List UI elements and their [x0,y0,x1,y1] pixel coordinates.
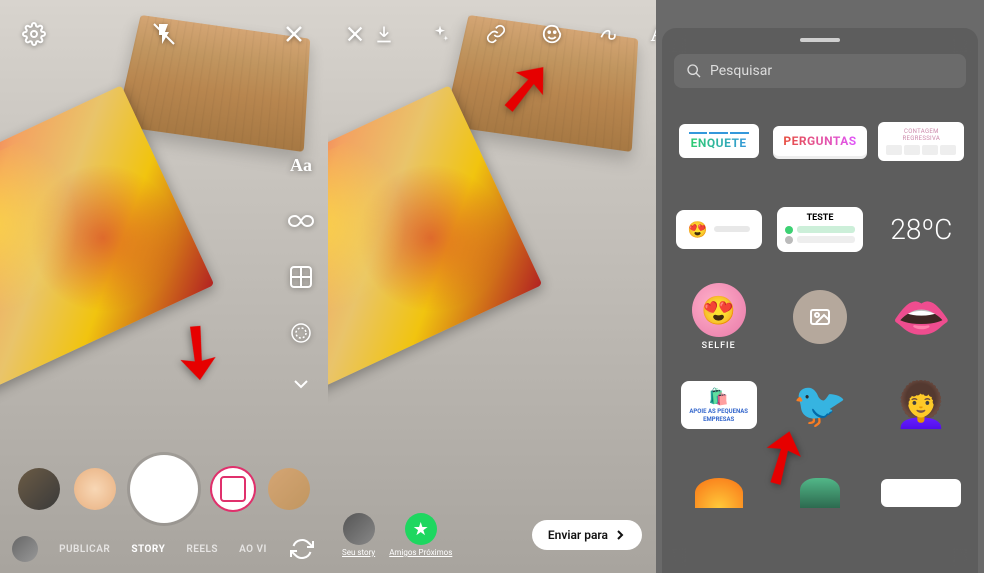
close-icon[interactable] [344,16,366,52]
sticker-plant[interactable] [773,458,866,528]
avatar [343,513,375,545]
sun-icon [695,478,743,508]
sticker-quiz-label: TESTE [785,213,855,223]
story-edit-panel: Aa ➚ Seu story ★ Amigos Próximos Enviar … [328,0,656,573]
camera-top-controls [0,16,328,52]
filter-option[interactable] [18,468,60,510]
camera-bottom-area: PUBLICAR STORY REELS AO VI [0,455,328,573]
gallery-icon [793,290,847,344]
sticker-support-biz[interactable]: 🛍️ APOIE AS PEQUENAS EMPRESAS [674,370,763,440]
bag-icon: 🛍️ [709,387,729,406]
mode-selector: PUBLICAR STORY REELS AO VI [0,535,328,563]
sticker-bird[interactable]: 🐦 [773,370,866,440]
generic-box [881,479,961,507]
shutter-button[interactable] [130,455,198,523]
mode-story[interactable]: STORY [131,544,165,555]
mode-publicar[interactable]: PUBLICAR [59,544,110,555]
sticker-perguntas-label: PERGUNTAS [783,134,856,148]
mode-aovivo[interactable]: AO VI [239,544,267,555]
sticker-slider[interactable]: 😍 [674,194,763,264]
sticker-tray: Pesquisar ENQUETE PERGUNTAS CONTAGEM REG… [662,28,978,573]
sticker-selfie-label: SELFIE [702,341,736,351]
edit-top-toolbar: Aa [328,16,656,52]
close-friends-button[interactable]: ★ Amigos Próximos [389,513,452,557]
effects-icon[interactable] [422,16,458,52]
boomerang-icon[interactable] [286,206,316,236]
edit-tools-group: Aa [366,16,656,52]
sticker-woman[interactable]: 👩‍🦱 [877,370,966,440]
filter-option[interactable] [74,468,116,510]
your-story-button[interactable]: Seu story [342,513,375,557]
sticker-gallery[interactable] [773,282,866,352]
settings-icon[interactable] [16,16,52,52]
sticker-quiz[interactable]: TESTE [773,194,866,264]
sticker-search-input[interactable]: Pesquisar [674,54,966,88]
sticker-countdown[interactable]: CONTAGEM REGRESSIVA [877,106,966,176]
mode-reels[interactable]: REELS [186,544,218,555]
camera-story-panel: Aa ➘ PUBLICAR STORY REELS AO VI [0,0,328,573]
flash-off-icon[interactable] [146,16,182,52]
filter-option[interactable] [212,468,254,510]
chevron-down-icon[interactable] [291,378,311,390]
download-icon[interactable] [366,16,402,52]
filter-option[interactable] [268,468,310,510]
woman-icon: 👩‍🦱 [894,379,949,431]
camera-right-tools: Aa [286,150,316,390]
sticker-icon[interactable] [534,16,570,52]
plant-icon [800,478,840,508]
close-icon[interactable] [276,16,312,52]
send-to-button[interactable]: Enviar para [532,520,642,550]
filter-carousel[interactable] [0,455,328,523]
search-placeholder: Pesquisar [710,63,772,79]
text-tool-icon[interactable]: Aa [646,16,656,52]
selfie-icon: 😍 [692,283,746,337]
bird-icon: 🐦 [793,379,848,431]
sticker-enquete-label: ENQUETE [691,136,747,150]
close-friends-icon: ★ [405,513,437,545]
sticker-generic[interactable] [877,458,966,528]
text-tool-icon[interactable]: Aa [286,150,316,180]
mouth-icon: 👄 [891,289,951,346]
edit-bottom-area: Seu story ★ Amigos Próximos Enviar para [328,513,656,557]
link-icon[interactable] [478,16,514,52]
annotation-arrow: ➘ [150,301,248,402]
sticker-support-label: APOIE AS PEQUENAS EMPRESAS [687,408,751,422]
heart-eyes-emoji: 😍 [688,220,708,239]
gallery-thumb[interactable] [12,536,38,562]
draw-icon[interactable] [590,16,626,52]
multi-capture-icon[interactable] [286,318,316,348]
sticker-grid: ENQUETE PERGUNTAS CONTAGEM REGRESSIVA 😍 [674,106,966,528]
layout-icon[interactable] [286,262,316,292]
search-icon [686,63,702,79]
sticker-selfie[interactable]: 😍 SELFIE [674,282,763,352]
send-to-label: Enviar para [548,528,608,542]
your-story-label: Seu story [342,548,375,557]
switch-camera-icon[interactable] [288,535,316,563]
sticker-perguntas[interactable]: PERGUNTAS [773,106,866,176]
tray-handle[interactable] [800,38,840,42]
sticker-countdown-label: CONTAGEM REGRESSIVA [886,128,956,142]
sticker-temperature[interactable]: 28ºC [877,194,966,264]
sticker-temperature-label: 28ºC [890,213,952,246]
sticker-tray-panel: Pesquisar ENQUETE PERGUNTAS CONTAGEM REG… [656,0,984,573]
sticker-sun[interactable] [674,458,763,528]
sticker-mouth[interactable]: 👄 [877,282,966,352]
close-friends-label: Amigos Próximos [389,548,452,557]
sticker-enquete[interactable]: ENQUETE [674,106,763,176]
